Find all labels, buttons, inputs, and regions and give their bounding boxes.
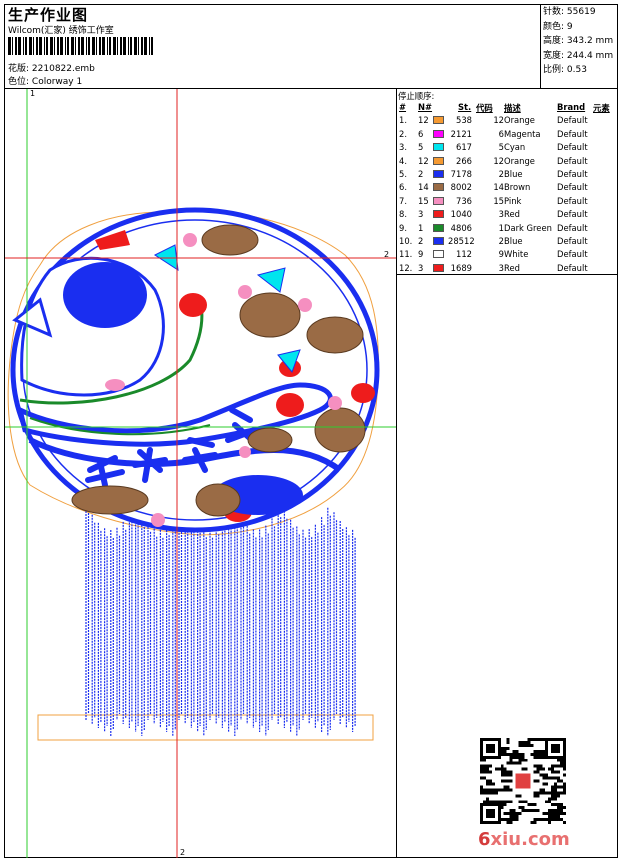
- hoop-base-outline: [37, 714, 374, 741]
- logo-domain: xiu.com: [490, 829, 570, 850]
- guide-mark-2-right: 2: [384, 250, 390, 259]
- cat-head-patch: [63, 262, 147, 328]
- logo-prefix: 6: [478, 829, 491, 850]
- guide-mark-1: 1: [30, 89, 36, 98]
- qr-code[interactable]: [480, 738, 566, 824]
- fringe-stitches: [85, 505, 356, 736]
- design-canvas: [5, 89, 396, 858]
- guide-mark-2-bottom: 2: [180, 848, 186, 857]
- cat-nose: [105, 379, 125, 391]
- watermark-logo: 6xiu.com: [478, 829, 570, 850]
